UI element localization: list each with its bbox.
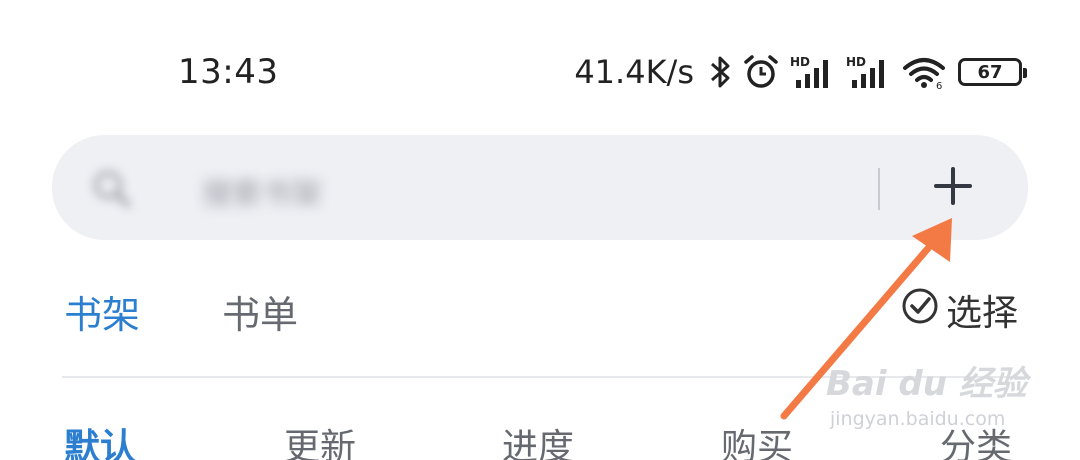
status-time: 13:43 [178, 52, 279, 92]
baidu-watermark: Bai du 经验 jingyan.baidu.com [826, 356, 1036, 438]
search-icon [90, 167, 134, 215]
filter-purchase[interactable]: 购买 [721, 418, 793, 460]
wifi-icon: 6 [902, 54, 948, 90]
svg-text:HD: HD [790, 55, 810, 69]
check-circle-icon [900, 286, 940, 335]
filter-update[interactable]: 更新 [284, 418, 356, 460]
select-button[interactable]: 选择 [900, 286, 1018, 334]
alarm-icon [742, 53, 780, 91]
net-speed: 41.4K/s [574, 53, 694, 91]
battery-icon: 67 [958, 58, 1027, 86]
plus-icon [933, 166, 973, 210]
svg-text:HD: HD [846, 55, 866, 69]
filter-default[interactable]: 默认 [64, 418, 136, 460]
select-label: 选择 [945, 293, 1018, 334]
search-bar[interactable]: 搜索书架 [52, 135, 1028, 240]
add-button[interactable] [920, 155, 986, 221]
bluetooth-icon [708, 54, 732, 90]
tab-booklist[interactable]: 书单 [222, 284, 298, 339]
bookshelf-screen: 13:43 41.4K/s HD HD 6 67 搜索书架 书架 书单 选择 默… [0, 0, 1080, 460]
watermark-url: jingyan.baidu.com [830, 408, 1006, 430]
search-placeholder[interactable]: 搜索书架 [202, 169, 322, 213]
hd-signal-icon: HD [790, 54, 836, 90]
battery-level: 67 [977, 61, 1003, 83]
watermark-text: Bai du 经验 [826, 364, 1027, 404]
filter-progress[interactable]: 进度 [502, 418, 574, 460]
status-icons: 41.4K/s HD HD 6 67 [574, 50, 1027, 94]
search-divider [878, 168, 880, 210]
svg-text:6: 6 [936, 81, 942, 90]
hd-signal-icon: HD [846, 54, 892, 90]
tab-bookshelf[interactable]: 书架 [64, 284, 140, 339]
